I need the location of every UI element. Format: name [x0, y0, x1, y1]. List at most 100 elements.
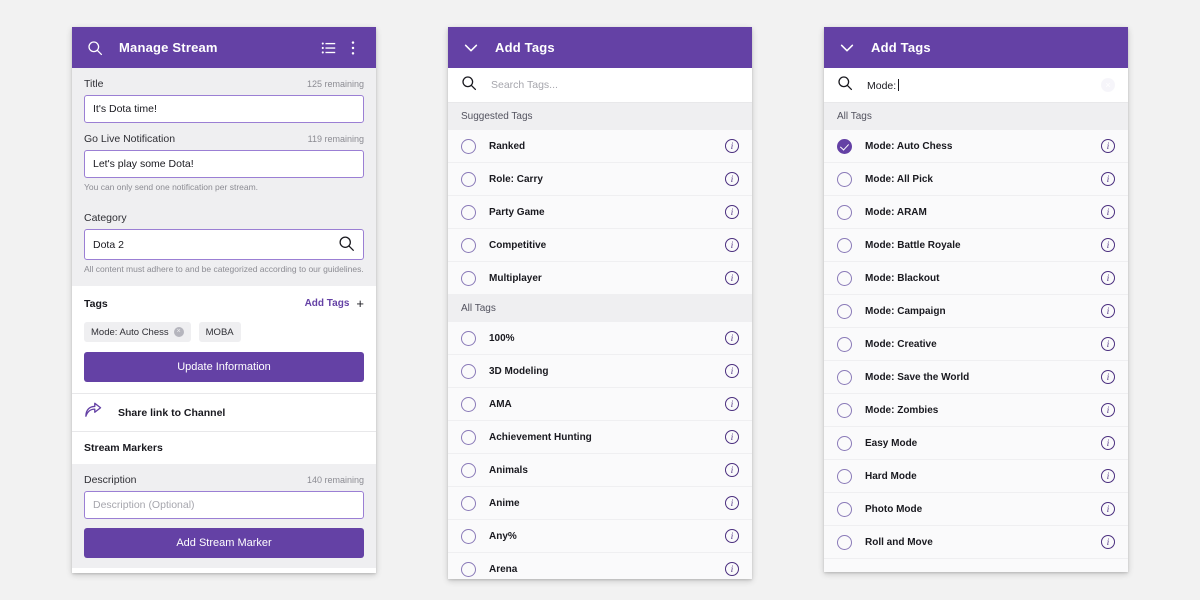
info-icon[interactable]: i — [1101, 403, 1115, 417]
tag-row[interactable]: Competitive i — [448, 229, 752, 262]
tag-checkbox[interactable] — [461, 561, 476, 577]
tag-checkbox[interactable] — [837, 270, 852, 286]
info-icon[interactable]: i — [725, 238, 739, 252]
tag-row[interactable]: Mode: ARAM i — [824, 196, 1128, 229]
tag-row[interactable]: Role: Carry i — [448, 163, 752, 196]
info-icon[interactable]: i — [725, 139, 739, 153]
tag-checkbox[interactable] — [461, 330, 476, 346]
tag-row[interactable]: Mode: Auto Chess i — [824, 130, 1128, 163]
chevron-down-icon[interactable] — [835, 36, 859, 60]
tag-search-input[interactable]: Search Tags... — [491, 79, 739, 91]
tag-checkbox[interactable] — [461, 237, 476, 253]
tag-checkbox[interactable] — [837, 501, 852, 517]
tag-checkbox[interactable] — [461, 204, 476, 220]
tag-checkbox[interactable] — [461, 528, 476, 544]
tag-checkbox[interactable] — [837, 435, 852, 451]
info-icon[interactable]: i — [1101, 469, 1115, 483]
tag-row[interactable]: Animals i — [448, 454, 752, 487]
tag-row[interactable]: Multiplayer i — [448, 262, 752, 295]
info-icon[interactable]: i — [725, 397, 739, 411]
tag-row[interactable]: Mode: Zombies i — [824, 394, 1128, 427]
info-icon[interactable]: i — [1101, 238, 1115, 252]
tag-row[interactable]: Mode: Save the World i — [824, 361, 1128, 394]
tag-row[interactable]: Mode: Creative i — [824, 328, 1128, 361]
tag-row[interactable]: Mode: All Pick i — [824, 163, 1128, 196]
remove-tag-icon[interactable]: × — [173, 327, 184, 337]
info-icon[interactable]: i — [725, 205, 739, 219]
tag-checkbox[interactable] — [461, 495, 476, 511]
add-tags-button[interactable]: Add Tags + — [305, 297, 364, 310]
tag-checkbox[interactable] — [461, 270, 476, 286]
tag-checkbox[interactable] — [461, 138, 476, 154]
search-icon[interactable] — [83, 36, 107, 60]
tag-row[interactable]: Mode: Campaign i — [824, 295, 1128, 328]
tag-search-bar[interactable]: Search Tags... — [448, 68, 752, 103]
tag-row[interactable]: Achievement Hunting i — [448, 421, 752, 454]
category-input[interactable]: Dota 2 — [84, 229, 364, 260]
tag-row[interactable]: Mode: Battle Royale i — [824, 229, 1128, 262]
tag-checkbox[interactable] — [837, 204, 852, 220]
tag-chip[interactable]: Mode: Auto Chess × — [84, 322, 191, 342]
info-icon[interactable]: i — [725, 562, 739, 576]
tag-chip[interactable]: MOBA — [198, 322, 241, 342]
tag-checkbox[interactable] — [837, 534, 852, 550]
title-input[interactable]: It's Dota time! — [84, 95, 364, 123]
tag-checkbox-checked[interactable] — [837, 138, 852, 154]
info-icon[interactable]: i — [1101, 172, 1115, 186]
clear-icon[interactable]: × — [1101, 78, 1115, 92]
info-icon[interactable]: i — [725, 172, 739, 186]
add-stream-marker-button[interactable]: Add Stream Marker — [84, 528, 364, 558]
tag-checkbox[interactable] — [837, 237, 852, 253]
list-icon[interactable] — [317, 36, 341, 60]
info-icon[interactable]: i — [725, 331, 739, 345]
share-link-row[interactable]: Share link to Channel — [72, 393, 376, 431]
description-input[interactable]: Description (Optional) — [84, 491, 364, 519]
tag-row[interactable]: Mode: Blackout i — [824, 262, 1128, 295]
tag-checkbox[interactable] — [461, 462, 476, 478]
tag-row[interactable]: 3D Modeling i — [448, 355, 752, 388]
info-icon[interactable]: i — [1101, 436, 1115, 450]
info-icon[interactable]: i — [725, 364, 739, 378]
info-icon[interactable]: i — [725, 463, 739, 477]
tag-checkbox[interactable] — [837, 468, 852, 484]
info-icon[interactable]: i — [1101, 139, 1115, 153]
info-icon[interactable]: i — [1101, 502, 1115, 516]
info-icon[interactable]: i — [1101, 271, 1115, 285]
info-icon[interactable]: i — [1101, 205, 1115, 219]
search-icon[interactable] — [338, 235, 355, 255]
tag-row[interactable]: Arena i — [448, 553, 752, 579]
info-icon[interactable]: i — [1101, 535, 1115, 549]
tag-row[interactable]: AMA i — [448, 388, 752, 421]
tag-checkbox[interactable] — [461, 429, 476, 445]
more-vertical-icon[interactable] — [341, 36, 365, 60]
tag-row[interactable]: Hard Mode i — [824, 460, 1128, 493]
tag-checkbox[interactable] — [837, 303, 852, 319]
mode-search-bar[interactable]: Mode: × — [824, 68, 1128, 103]
info-icon[interactable]: i — [1101, 337, 1115, 351]
tag-checkbox[interactable] — [837, 402, 852, 418]
tag-row[interactable]: Easy Mode i — [824, 427, 1128, 460]
tag-checkbox[interactable] — [837, 171, 852, 187]
tag-checkbox[interactable] — [461, 171, 476, 187]
golive-input[interactable]: Let's play some Dota! — [84, 150, 364, 178]
tag-row[interactable]: Photo Mode i — [824, 493, 1128, 526]
tag-row[interactable]: Ranked i — [448, 130, 752, 163]
tag-row[interactable]: Party Game i — [448, 196, 752, 229]
tag-row[interactable]: 100% i — [448, 322, 752, 355]
info-icon[interactable]: i — [725, 271, 739, 285]
info-icon[interactable]: i — [725, 496, 739, 510]
tag-checkbox[interactable] — [837, 369, 852, 385]
info-icon[interactable]: i — [1101, 370, 1115, 384]
mode-search-input[interactable]: Mode: — [867, 78, 1087, 92]
tag-checkbox[interactable] — [461, 396, 476, 412]
tag-row[interactable]: Roll and Move i — [824, 526, 1128, 559]
tag-checkbox[interactable] — [461, 363, 476, 379]
tag-row[interactable]: Any% i — [448, 520, 752, 553]
chevron-down-icon[interactable] — [459, 36, 483, 60]
info-icon[interactable]: i — [725, 430, 739, 444]
info-icon[interactable]: i — [725, 529, 739, 543]
tag-row[interactable]: Anime i — [448, 487, 752, 520]
tag-checkbox[interactable] — [837, 336, 852, 352]
update-information-button[interactable]: Update Information — [84, 352, 364, 382]
info-icon[interactable]: i — [1101, 304, 1115, 318]
